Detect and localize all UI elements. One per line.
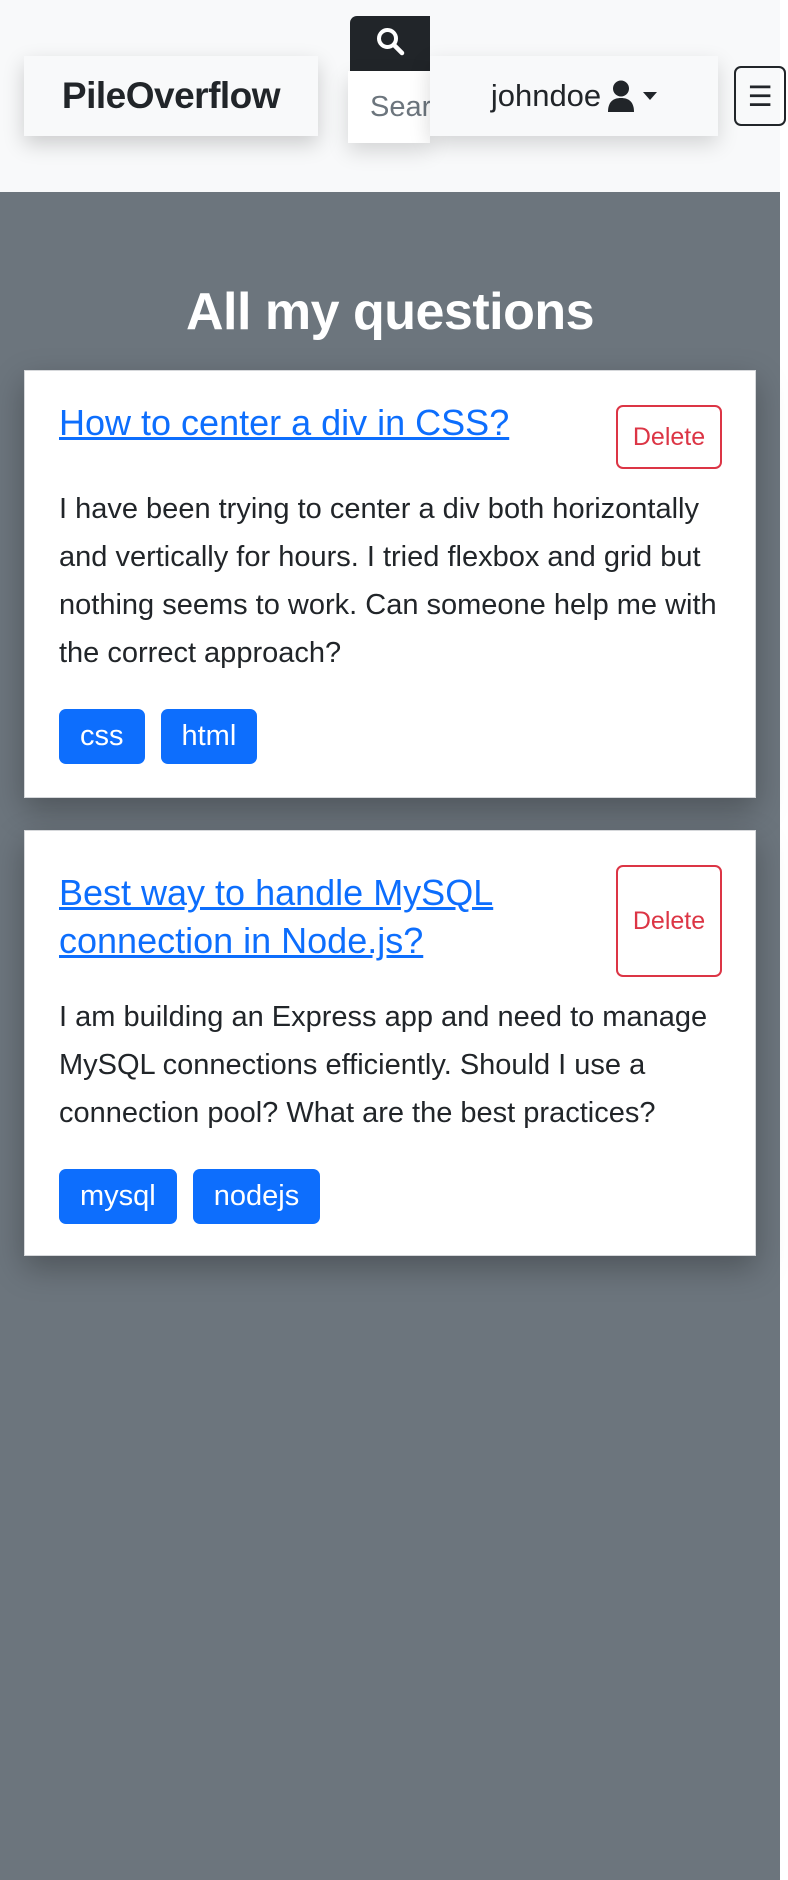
search-input[interactable] <box>348 71 430 143</box>
tag-list: mysql nodejs <box>59 1169 321 1224</box>
question-title-link[interactable]: Best way to handle MySQL connection in N… <box>59 869 559 965</box>
user-dropdown[interactable]: johndoe <box>430 56 718 136</box>
tag-badge[interactable]: mysql <box>59 1169 177 1224</box>
navbar: PileOverflow johndoe ☰ <box>0 0 786 192</box>
delete-button[interactable]: Delete <box>616 865 722 977</box>
menu-toggle-button[interactable]: ☰ <box>734 66 786 126</box>
question-body: I have been trying to center a div both … <box>59 493 717 669</box>
search-button[interactable] <box>350 16 430 71</box>
tag-badge[interactable]: html <box>160 709 258 764</box>
question-card: How to center a div in CSS? Delete I hav… <box>24 370 756 798</box>
search-input-container <box>348 71 430 143</box>
question-body: I am building an Express app and need to… <box>59 1001 708 1129</box>
question-title-link[interactable]: How to center a div in CSS? <box>59 399 599 447</box>
tag-list: css html <box>59 709 258 764</box>
hamburger-icon: ☰ <box>747 80 773 112</box>
page: PileOverflow johndoe ☰ <box>0 0 786 1880</box>
tag-badge[interactable]: css <box>59 709 145 764</box>
search-icon <box>375 26 405 61</box>
delete-button[interactable]: Delete <box>616 405 722 469</box>
tag-badge[interactable]: nodejs <box>192 1169 321 1224</box>
user-icon <box>607 80 635 112</box>
page-title: All my questions <box>185 283 595 341</box>
caret-down-icon <box>643 92 658 100</box>
brand-logo[interactable]: PileOverflow <box>24 56 318 136</box>
question-card: Best way to handle MySQL connection in N… <box>24 830 756 1256</box>
username: johndoe <box>490 78 602 113</box>
